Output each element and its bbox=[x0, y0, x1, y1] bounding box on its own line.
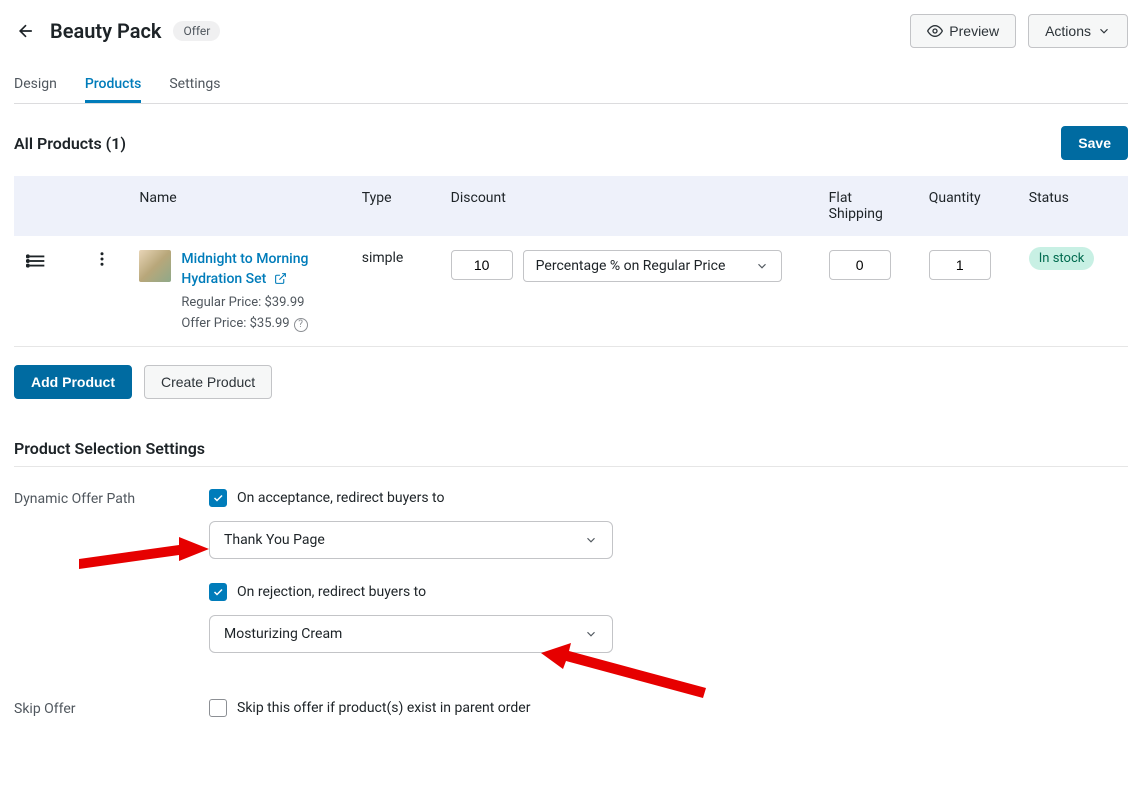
rejection-label: On rejection, redirect buyers to bbox=[237, 584, 426, 600]
product-thumbnail bbox=[139, 250, 171, 282]
tab-products[interactable]: Products bbox=[85, 68, 142, 103]
tab-design[interactable]: Design bbox=[14, 68, 57, 103]
col-type: Type bbox=[350, 176, 439, 236]
table-row: Midnight to Morning Hydration Set Regula… bbox=[14, 236, 1128, 346]
preview-label: Preview bbox=[949, 23, 999, 39]
rejection-redirect-value: Mosturizing Cream bbox=[224, 626, 342, 642]
discount-value-input[interactable] bbox=[451, 250, 513, 280]
flat-shipping-input[interactable] bbox=[829, 250, 891, 280]
products-header-row: All Products (1) Save bbox=[14, 126, 1128, 160]
products-title: All Products (1) bbox=[14, 134, 126, 153]
dynamic-offer-label: Dynamic Offer Path bbox=[14, 489, 209, 677]
col-discount: Discount bbox=[439, 176, 817, 236]
offer-badge: Offer bbox=[173, 21, 220, 41]
preview-button[interactable]: Preview bbox=[910, 14, 1016, 48]
dynamic-offer-path-row: Dynamic Offer Path On acceptance, redire… bbox=[14, 489, 1128, 677]
acceptance-redirect-value: Thank You Page bbox=[224, 532, 325, 548]
tabs: Design Products Settings bbox=[14, 68, 1128, 104]
skip-offer-checkbox[interactable] bbox=[209, 699, 227, 717]
discount-type-value: Percentage % on Regular Price bbox=[536, 258, 726, 274]
external-link-icon bbox=[274, 272, 287, 285]
help-icon[interactable]: ? bbox=[294, 318, 308, 332]
eye-icon bbox=[927, 23, 943, 39]
col-name: Name bbox=[127, 176, 349, 236]
quantity-input[interactable] bbox=[929, 250, 991, 280]
create-product-button[interactable]: Create Product bbox=[144, 365, 272, 399]
tab-settings[interactable]: Settings bbox=[169, 68, 220, 103]
save-button[interactable]: Save bbox=[1061, 126, 1128, 160]
drag-handle-icon[interactable] bbox=[26, 260, 48, 276]
actions-label: Actions bbox=[1045, 23, 1091, 39]
col-qty: Quantity bbox=[917, 176, 1017, 236]
col-status: Status bbox=[1017, 176, 1128, 236]
chevron-down-icon bbox=[755, 259, 769, 273]
rejection-checkbox[interactable] bbox=[209, 583, 227, 601]
selection-settings-title: Product Selection Settings bbox=[14, 439, 1128, 467]
page-header: Beauty Pack Offer Preview Actions bbox=[14, 14, 1128, 48]
header-left: Beauty Pack Offer bbox=[14, 19, 220, 43]
col-flat: Flat Shipping bbox=[817, 176, 917, 236]
skip-offer-label: Skip Offer bbox=[14, 699, 209, 731]
rejection-redirect-select[interactable]: Mosturizing Cream bbox=[209, 615, 613, 653]
regular-price: Regular Price: $39.99 bbox=[181, 295, 337, 310]
product-link[interactable]: Midnight to Morning Hydration Set bbox=[181, 251, 308, 287]
chevron-down-icon bbox=[1097, 24, 1111, 38]
selection-settings: Product Selection Settings Dynamic Offer… bbox=[14, 439, 1128, 731]
offer-price: Offer Price: $35.99? bbox=[181, 316, 337, 332]
chevron-down-icon bbox=[584, 627, 598, 641]
more-icon[interactable] bbox=[93, 256, 111, 272]
chevron-down-icon bbox=[584, 533, 598, 547]
product-name: Midnight to Morning Hydration Set bbox=[181, 251, 308, 287]
add-product-button[interactable]: Add Product bbox=[14, 365, 132, 399]
acceptance-redirect-select[interactable]: Thank You Page bbox=[209, 521, 613, 559]
acceptance-label: On acceptance, redirect buyers to bbox=[237, 490, 444, 506]
discount-type-select[interactable]: Percentage % on Regular Price bbox=[523, 250, 783, 282]
page-title: Beauty Pack bbox=[50, 19, 161, 43]
product-type: simple bbox=[350, 236, 439, 346]
acceptance-checkbox[interactable] bbox=[209, 489, 227, 507]
product-actions: Add Product Create Product bbox=[14, 365, 1128, 399]
products-table: Name Type Discount Flat Shipping Quantit… bbox=[14, 176, 1128, 347]
back-arrow-icon[interactable] bbox=[14, 19, 38, 43]
status-badge: In stock bbox=[1029, 247, 1095, 270]
skip-offer-row: Skip Offer Skip this offer if product(s)… bbox=[14, 699, 1128, 731]
skip-offer-text: Skip this offer if product(s) exist in p… bbox=[237, 700, 530, 716]
header-right: Preview Actions bbox=[910, 14, 1128, 48]
actions-button[interactable]: Actions bbox=[1028, 14, 1128, 48]
